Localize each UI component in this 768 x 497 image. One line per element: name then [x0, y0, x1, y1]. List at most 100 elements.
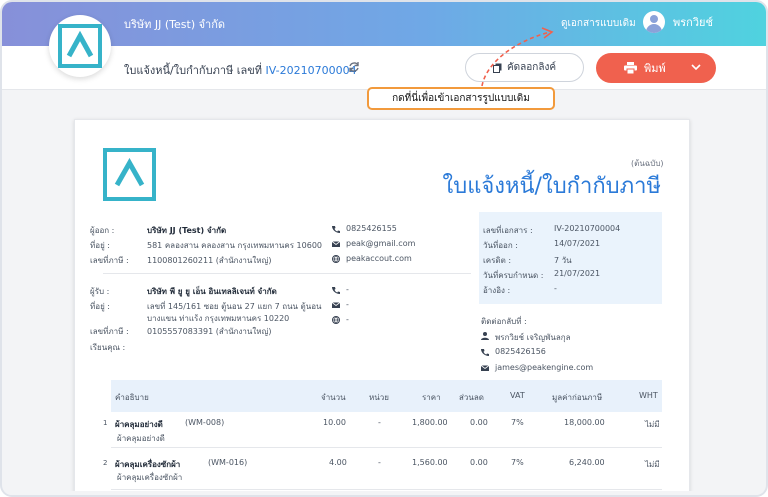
due-date: 21/07/2021 — [554, 269, 601, 278]
app-logo — [49, 15, 111, 77]
company-logo — [103, 148, 156, 201]
contact-phone: 0825426156 — [495, 347, 546, 356]
col-discount: ส่วนลด — [459, 393, 484, 402]
col-unit: หน่วย — [369, 393, 389, 402]
item-unit: - — [378, 458, 381, 467]
row-number: 1 — [103, 419, 108, 427]
item-quantity: 10.00 — [323, 418, 346, 427]
credit-label: เครดิต : — [483, 256, 512, 265]
document-title: ใบแจ้งหนี้/ใบกำกับภาษี — [442, 174, 662, 199]
printer-icon — [624, 62, 637, 74]
issue-date: 14/07/2021 — [554, 239, 601, 248]
hint-callout: กดที่นี่เพื่อเข้าเอกสารรูปแบบเดิม — [367, 87, 555, 110]
item-vat: 7% — [511, 418, 524, 427]
app-window: บริษัท JJ (Test) จำกัด ดูเอกสารแบบเดิม พ… — [0, 0, 768, 497]
item-vat: 7% — [511, 458, 524, 467]
invoice-document: (ต้นฉบับ) ใบแจ้งหนี้/ใบกำกับภาษี ผู้ออก … — [74, 119, 690, 495]
issuer-name: บริษัท JJ (Test) จำกัด — [147, 226, 227, 235]
globe-icon — [332, 255, 340, 263]
globe-icon — [332, 316, 340, 324]
issuer-email: peak@gmail.com — [346, 239, 416, 248]
item-price: 1,560.00 — [412, 458, 448, 467]
chevron-down-icon[interactable] — [691, 63, 701, 71]
phone-icon — [332, 226, 340, 233]
doc-number-label: เลขที่เอกสาร : — [483, 226, 533, 235]
phone-icon — [332, 287, 340, 294]
col-description: คำอธิบาย — [115, 393, 149, 402]
customer-name: บริษัท พี ยู ยู เอ็น อินเทลลิเจนท์ จำกัด — [147, 287, 277, 296]
item-name: ผ้าคลุมอย่างดี — [115, 420, 163, 429]
refresh-icon[interactable] — [348, 61, 360, 73]
contact-email: james@peakengine.com — [495, 363, 594, 372]
peak-logo-icon — [114, 158, 145, 187]
issuer-address: 581 คลองสาน คลองสาน กรุงเทพมหานคร 10600 — [147, 241, 322, 250]
item-description: ผ้าคลุมเครื่องซักผ้า — [117, 473, 183, 482]
doc-number: IV-20210700004 — [554, 224, 621, 233]
item-wht: ไม่มี — [645, 460, 660, 469]
issuer-address-label: ที่อยู่ : — [90, 241, 111, 250]
row-divider — [111, 447, 662, 448]
due-date-label: วันที่ครบกำหนด : — [483, 271, 544, 280]
item-discount: 0.00 — [470, 418, 488, 427]
attention-label: เรียนคุณ : — [90, 343, 126, 352]
col-amount: มูลค่าก่อนภาษี — [552, 393, 603, 402]
issuer-tax-id: 1100801260211 (สำนักงานใหญ่) — [147, 256, 272, 265]
item-amount: 6,240.00 — [569, 458, 605, 467]
item-quantity: 4.00 — [329, 458, 347, 467]
customer-email: - — [346, 300, 349, 309]
document-number: IV-20210700004 — [265, 64, 357, 77]
peak-logo-icon — [58, 24, 102, 68]
section-divider — [103, 273, 471, 274]
item-description: ผ้าคลุมอย่างดี — [117, 434, 165, 443]
document-heading-label: ใบแจ้งหนี้/ใบกำกับภาษี เลขที่ — [124, 64, 263, 77]
col-vat: VAT — [510, 391, 525, 400]
document-meta-box: เลขที่เอกสาร : IV-20210700004 วันที่ออก … — [479, 212, 662, 304]
item-wht: ไม่มี — [645, 420, 660, 429]
col-quantity: จำนวน — [321, 393, 346, 402]
print-button[interactable]: พิมพ์ — [596, 53, 716, 83]
reference: - — [554, 284, 557, 293]
item-code: (WM-008) — [185, 418, 225, 427]
item-code: (WM-016) — [208, 458, 248, 467]
user-menu[interactable]: พรกวิยช์ — [643, 11, 713, 33]
item-unit: - — [378, 418, 381, 427]
email-icon — [481, 365, 489, 371]
email-icon — [332, 302, 340, 308]
item-price: 1,800.00 — [412, 418, 448, 427]
reference-label: อ้างอิง : — [483, 286, 511, 295]
contact-label: ติดต่อกลับที่ : — [481, 317, 527, 326]
email-icon — [332, 241, 340, 247]
issuer-tax-label: เลขที่ภาษี : — [90, 256, 129, 265]
document-toolbar: ใบแจ้งหนี้/ใบกำกับภาษี เลขที่ IV-2021070… — [2, 46, 766, 90]
customer-website: - — [346, 315, 349, 324]
item-amount: 18,000.00 — [564, 418, 605, 427]
row-divider — [111, 489, 662, 490]
top-bar: บริษัท JJ (Test) จำกัด ดูเอกสารแบบเดิม พ… — [2, 2, 766, 46]
col-price: ราคา — [422, 393, 441, 402]
item-discount: 0.00 — [470, 458, 488, 467]
col-wht: WHT — [639, 391, 658, 400]
customer-address-label: ที่อยู่ : — [90, 302, 111, 311]
customer-tax-id: 0105557083391 (สำนักงานใหญ่) — [147, 327, 272, 336]
user-name: พรกวิยช์ — [673, 16, 713, 29]
customer-tax-label: เลขที่ภาษี : — [90, 327, 129, 336]
issuer-phone: 0825426155 — [346, 224, 397, 233]
credit-term: 7 วัน — [554, 256, 572, 265]
hint-arrow-icon — [481, 27, 554, 87]
issuer-website: peakaccout.com — [346, 254, 412, 263]
contact-name: พรกวิยช์ เจริญพันลกุล — [495, 333, 571, 342]
document-heading: ใบแจ้งหนี้/ใบกำกับภาษี เลขที่ IV-2021070… — [124, 61, 357, 79]
item-name: ผ้าคลุมเครื่องซักผ้า — [115, 460, 181, 469]
user-avatar-icon — [643, 11, 665, 33]
items-table-header: คำอธิบาย จำนวน หน่วย ราคา ส่วนลด VAT มูล… — [111, 380, 662, 412]
customer-label: ผู้รับ : — [90, 287, 110, 296]
phone-icon — [481, 349, 489, 356]
company-name: บริษัท JJ (Test) จำกัด — [124, 18, 226, 31]
issue-date-label: วันที่ออก : — [483, 241, 518, 250]
person-icon — [481, 332, 489, 340]
view-original-link[interactable]: ดูเอกสารแบบเดิม — [561, 16, 636, 31]
customer-address-line2: บางแขน ท่าแร้ง กรุงเทพมหานคร 10220 — [147, 314, 290, 323]
bottom-edge — [2, 491, 766, 495]
customer-phone: - — [346, 285, 349, 294]
issuer-label: ผู้ออก : — [90, 226, 115, 235]
